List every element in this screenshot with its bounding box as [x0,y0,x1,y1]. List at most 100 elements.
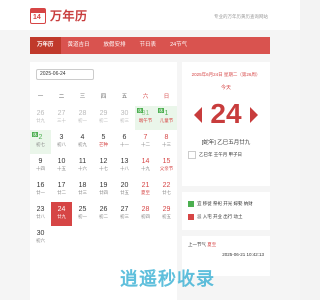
calendar-day[interactable]: 30 初六 [30,226,51,250]
calendar-week-row: 休 2 初七 3 初八 4 初九 5 芒种 6 十一 7 十二 8 十三 [30,130,177,154]
calendar-day[interactable]: 28 初一 [72,106,93,130]
calendar-day[interactable]: 25 初一 [72,202,93,226]
yi-row: 宜 移徙 祭祀 开光 嫁娶 纳财 [188,201,253,207]
weekday-header: 一 二 三 四 五 六 日 [30,92,177,100]
day-number: 18 [78,182,87,189]
calendar-day[interactable]: 28 初四 [135,202,156,226]
day-number: 29 [162,206,171,213]
calendar-day[interactable]: 8 十三 [156,130,177,154]
day-lunar: 廿九 [57,214,66,219]
calendar-day[interactable]: 30 初三 [114,106,135,130]
calendar-day[interactable]: 12 十七 [93,154,114,178]
day-number: 30 [36,230,45,237]
weekday-label: 三 [79,94,86,100]
calendar-day[interactable]: 14 十九 [135,154,156,178]
day-lunar: 十四 [36,166,45,171]
calendar-day[interactable]: 18 廿三 [72,178,93,202]
day-lunar: 初六 [36,238,45,243]
calendar-week-row: 16 廿一 17 廿二 18 廿三 19 廿四 20 廿五 21 夏至 22 廿七 [30,178,177,202]
calendar-day[interactable]: 29 初二 [93,106,114,130]
calendar-day-today[interactable]: 24 廿九 [51,202,72,226]
weekday-label: 四 [100,94,107,100]
nav-item-holidays[interactable]: 放假安排 [97,37,133,54]
day-number: 4 [80,134,85,141]
calendar-day[interactable]: 26 廿九 [30,106,51,130]
day-lunar: 初三 [120,118,129,123]
calendar-day[interactable]: 6 十一 [114,130,135,154]
day-number: 17 [57,182,66,189]
calendar-day[interactable]: 21 夏至 [135,178,156,202]
nav-item-calendar[interactable]: 万年历 [30,37,61,54]
calendar-day[interactable]: 27 初三 [114,202,135,226]
nav-item-lucky-days[interactable]: 黄道吉日 [61,37,97,54]
calendar-day[interactable]: 29 初五 [156,202,177,226]
day-lunar: 初三 [120,214,129,219]
next-day-icon[interactable] [249,106,259,124]
logo[interactable]: 14 万年历 [30,7,88,24]
slogan: 专业的万年历黄历查询网站 [214,14,268,19]
calendar-day [93,226,114,250]
day-number: 14 [141,158,150,165]
nav-item-festivals[interactable]: 节日表 [133,37,164,54]
prev-solar-term-label: 上一节气 [188,242,206,247]
date-select[interactable]: 2025-06-24 [36,69,94,80]
day-number: 20 [120,182,129,189]
day-number: 9 [38,158,43,165]
calendar-day[interactable]: 15 父亲节 [156,154,177,178]
calendar-day[interactable]: 26 初二 [93,202,114,226]
yi-icon [188,201,194,207]
calendar-day[interactable]: 5 芒种 [93,130,114,154]
ganzhi-text: 乙巳年 壬午月 甲子日 [199,152,242,157]
calendar-day[interactable]: 休 1 儿童节 [156,106,177,130]
day-lunar: 初五 [162,214,171,219]
calendar-day[interactable]: 22 廿七 [156,178,177,202]
day-lunar: 廿七 [162,190,171,195]
calendar-day[interactable]: 13 十八 [114,154,135,178]
calendar-day[interactable]: 23 廿八 [30,202,51,226]
calendar-day[interactable]: 休 31 端午节 [135,106,156,130]
day-lunar: 廿八 [36,214,45,219]
day-lunar: 初四 [141,214,150,219]
calendar-day[interactable]: 休 2 初七 [30,130,51,154]
calendar-day[interactable]: 19 廿四 [93,178,114,202]
calendar-week-row: 30 初六 [30,226,177,250]
ganzhi-icon [188,151,196,159]
day-number: 26 [99,206,108,213]
day-lunar: 初一 [78,118,87,123]
prev-solar-term-name[interactable]: 夏至 [207,242,216,247]
ji-text: 忌 入宅 开业 出行 动土 [197,214,243,219]
day-number: 15 [162,158,171,165]
calendar-day[interactable]: 7 十二 [135,130,156,154]
day-number: 8 [164,134,169,141]
day-lunar: 十一 [120,142,129,147]
day-lunar: 廿二 [57,190,66,195]
calendar-day[interactable]: 3 初八 [51,130,72,154]
logo-text: 万年历 [50,9,88,23]
day-number: 5 [101,134,106,141]
day-lunar: 父亲节 [159,166,174,171]
day-number: 23 [36,206,45,213]
day-lunar: 廿一 [36,190,45,195]
day-detail-box: 2025年6月24日 星期二（第26周） 今天 24 [蛇年] 乙巳五月廿九 乙… [182,62,270,186]
calendar-day[interactable]: 27 三十 [51,106,72,130]
yiji-box: 宜 移徙 祭祀 开光 嫁娶 纳财 忌 入宅 开业 出行 动土 [182,192,270,230]
calendar-day[interactable]: 11 十六 [72,154,93,178]
day-lunar: 三十 [57,118,66,123]
day-off-badge: 休 [137,108,143,113]
calendar-day[interactable]: 9 十四 [30,154,51,178]
calendar-day[interactable]: 16 廿一 [30,178,51,202]
day-number: 28 [141,206,150,213]
calendar-day[interactable]: 10 十五 [51,154,72,178]
full-date: 2025年6月24日 星期二（第26周） [191,72,261,77]
calendar-day[interactable]: 17 廿二 [51,178,72,202]
day-lunar: 十二 [141,142,150,147]
day-number: 25 [78,206,87,213]
calendar-day [72,226,93,250]
day-lunar: 廿三 [78,190,87,195]
watermark: 逍遥秒收录 [120,269,215,289]
day-number: 30 [120,110,129,117]
lunar-date: [蛇年] 乙巳五月廿九 [201,140,251,146]
calendar-day[interactable]: 4 初九 [72,130,93,154]
calendar-day[interactable]: 20 廿五 [114,178,135,202]
nav-item-solar-terms[interactable]: 24节气 [163,37,194,54]
